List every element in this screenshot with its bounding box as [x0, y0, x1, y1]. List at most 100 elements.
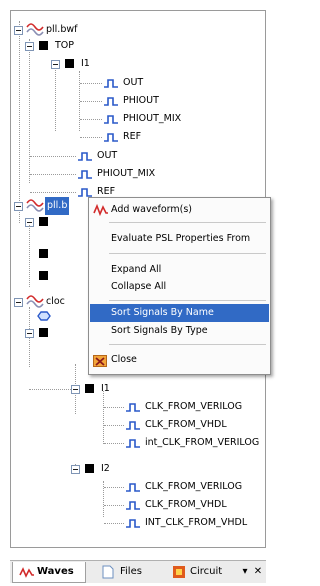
tree-connector [30, 156, 76, 157]
tree-connector [104, 505, 124, 506]
waveform-file-icon [26, 199, 44, 212]
collapse-toggle[interactable] [71, 385, 80, 394]
close-icon: ✕ [253, 566, 263, 577]
menu-item-label: Sort Signals By Type [111, 325, 208, 336]
signal-item[interactable]: CLK_FROM_VHDL [11, 416, 261, 434]
collapse-toggle[interactable] [14, 298, 23, 307]
tab-files[interactable]: Files [96, 562, 160, 582]
signal-icon [126, 519, 140, 528]
signal-label: PHIOUT_MIX [123, 113, 182, 124]
signal-item[interactable]: PHIOUT_MIX [11, 165, 191, 183]
tree-node-label: TOP [55, 40, 75, 51]
tree-node-top[interactable] [11, 213, 91, 231]
tree-node-instance[interactable]: I1 [11, 380, 161, 398]
tree-connector [104, 407, 124, 408]
menu-item-sort-by-name[interactable]: Sort Signals By Name [90, 304, 269, 322]
menu-separator [109, 222, 266, 223]
collapse-toggle[interactable] [14, 202, 23, 211]
menu-separator [109, 253, 266, 254]
signal-label: PHIOUT_MIX [97, 168, 156, 179]
close-icon [93, 355, 107, 367]
waveform-file-icon [26, 23, 44, 36]
signal-icon [126, 403, 140, 412]
module-icon [39, 249, 48, 258]
tree-connector [104, 443, 124, 444]
clock-signal-icon [37, 311, 51, 321]
collapse-toggle[interactable] [14, 26, 23, 35]
signal-icon [104, 115, 118, 124]
tab-close-button[interactable]: ✕ [252, 562, 264, 582]
circuit-icon [173, 566, 185, 578]
tab-label: Files [120, 566, 142, 577]
menu-item-label: Close [111, 354, 137, 365]
signal-icon [126, 501, 140, 510]
signal-item[interactable]: int_CLK_FROM_VERILOG [11, 434, 261, 452]
module-icon [39, 328, 48, 337]
collapse-toggle[interactable] [71, 465, 80, 474]
collapse-toggle[interactable] [25, 42, 34, 51]
signal-icon [104, 79, 118, 88]
signal-label: OUT [123, 77, 144, 88]
module-icon [39, 217, 48, 226]
signal-item[interactable]: CLK_FROM_VERILOG [11, 398, 261, 416]
signal-icon [78, 170, 92, 179]
signal-item[interactable]: REF [11, 128, 191, 146]
tab-menu-dropdown[interactable]: ▾ [240, 562, 250, 582]
chevron-down-icon: ▾ [242, 566, 248, 577]
signal-item[interactable]: OUT [11, 147, 191, 165]
tree-connector [29, 389, 71, 390]
menu-item-label: Sort Signals By Name [111, 307, 214, 318]
collapse-toggle[interactable] [25, 329, 34, 338]
signal-label: CLK_FROM_VERILOG [145, 481, 243, 492]
tab-waves[interactable]: Waves [12, 562, 86, 583]
menu-item-close[interactable]: Close [90, 351, 269, 369]
menu-item-evaluate-psl[interactable]: Evaluate PSL Properties From [90, 230, 269, 248]
tree-connector [29, 225, 30, 287]
signal-icon [104, 97, 118, 106]
signal-label: CLK_FROM_VHDL [145, 499, 227, 510]
tree-connector [30, 174, 76, 175]
signal-label: PHIOUT [123, 95, 159, 106]
tree-node-label: cloc [46, 296, 65, 307]
tree-connector [80, 101, 102, 102]
signal-icon [126, 439, 140, 448]
tree-connector [104, 425, 124, 426]
signal-icon [126, 421, 140, 430]
panel-tab-bar: Waves Files Circuit ▾ ✕ [10, 560, 266, 583]
signal-label: CLK_FROM_VHDL [145, 419, 227, 430]
module-icon [85, 384, 94, 393]
tree-node-instance[interactable]: I2 [11, 460, 161, 478]
signal-label: INT_CLK_FROM_VHDL [145, 517, 248, 528]
tree-node-label: I1 [81, 58, 90, 69]
tree-connector [104, 523, 124, 524]
tree-node-top[interactable]: TOP [11, 37, 161, 55]
tree-node-label: I2 [101, 463, 110, 474]
module-icon [39, 271, 48, 280]
tree-node-instance[interactable]: I1 [11, 55, 161, 73]
tree-connector [80, 83, 102, 84]
signal-icon [78, 152, 92, 161]
menu-item-expand-all[interactable]: Expand All [90, 261, 269, 279]
menu-item-label: Expand All [111, 264, 162, 275]
module-icon [39, 41, 48, 50]
menu-item-add-waveform[interactable]: Add waveform(s) [90, 201, 269, 219]
signal-item[interactable]: CLK_FROM_VERILOG [11, 478, 261, 496]
signal-label: CLK_FROM_VERILOG [145, 401, 243, 412]
signal-item[interactable]: PHIOUT [11, 92, 191, 110]
add-waveform-icon [93, 204, 108, 216]
tree-node-label: I1 [101, 383, 110, 394]
menu-item-sort-by-type[interactable]: Sort Signals By Type [90, 322, 269, 340]
signal-item[interactable]: OUT [11, 74, 191, 92]
signal-item[interactable]: CLK_FROM_VHDL [11, 496, 261, 514]
menu-item-collapse-all[interactable]: Collapse All [90, 278, 269, 296]
signal-label: int_CLK_FROM_VERILOG [145, 437, 260, 448]
tree-connector [104, 487, 124, 488]
waves-icon [19, 567, 34, 578]
collapse-toggle[interactable] [51, 60, 60, 69]
signal-icon [126, 483, 140, 492]
signal-item[interactable]: PHIOUT_MIX [11, 110, 191, 128]
module-icon [85, 464, 94, 473]
tab-circuit[interactable]: Circuit [168, 562, 238, 582]
signal-item[interactable]: INT_CLK_FROM_VHDL [11, 514, 261, 532]
menu-item-label: Add waveform(s) [111, 204, 192, 215]
